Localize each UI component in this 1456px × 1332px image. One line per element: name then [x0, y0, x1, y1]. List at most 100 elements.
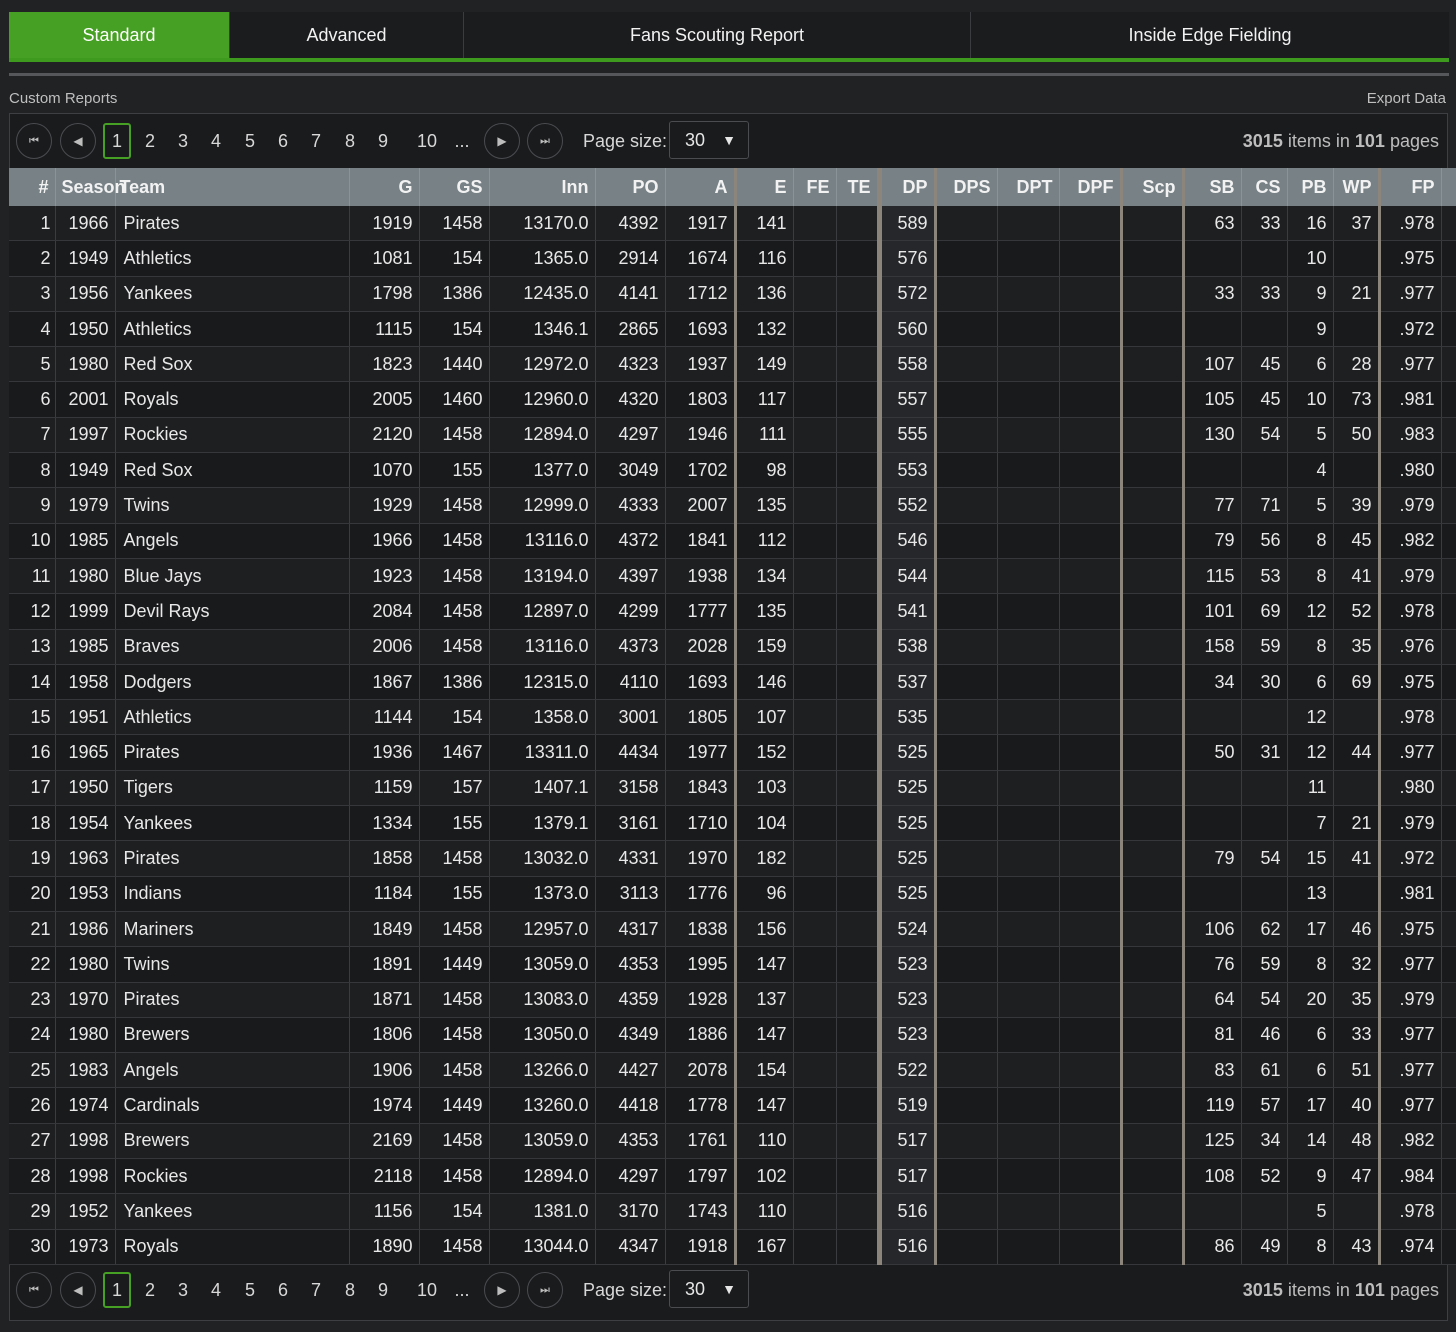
cell-team[interactable]: Dodgers: [115, 664, 350, 701]
cell-team[interactable]: Pirates: [115, 982, 350, 1018]
cell-fe: [793, 982, 837, 1018]
cell-team[interactable]: Twins: [115, 946, 350, 983]
cell-team[interactable]: Brewers: [115, 1017, 350, 1054]
col-header-a[interactable]: A: [665, 168, 737, 206]
page-8-button[interactable]: 8: [335, 1272, 365, 1308]
col-header-pb[interactable]: PB: [1287, 168, 1334, 206]
cell-team[interactable]: Indians: [115, 876, 350, 912]
col-header-gs[interactable]: GS: [419, 168, 490, 206]
cell-team[interactable]: Rockies: [115, 1158, 350, 1195]
cell-team[interactable]: Yankees: [115, 1193, 350, 1230]
first-page-icon[interactable]: ⏮: [16, 123, 52, 159]
page-3-button[interactable]: 3: [168, 123, 198, 159]
col-header-dpt[interactable]: DPT: [997, 168, 1060, 206]
col-header-tz[interactable]: TZ: [1441, 168, 1456, 206]
page-10-button[interactable]: 10: [407, 1272, 447, 1308]
prev-page-icon[interactable]: ◀: [60, 1272, 96, 1308]
page-7-button[interactable]: 7: [301, 1272, 331, 1308]
cell-team[interactable]: Athletics: [115, 699, 350, 736]
col-header-fe[interactable]: FE: [793, 168, 837, 206]
cell-team[interactable]: Twins: [115, 487, 350, 524]
col-header-dp[interactable]: DP: [879, 168, 937, 206]
prev-page-icon[interactable]: ◀: [60, 123, 96, 159]
cell-team[interactable]: Brewers: [115, 1123, 350, 1160]
cell-team[interactable]: Royals: [115, 381, 350, 418]
cell-team[interactable]: Tigers: [115, 770, 350, 807]
cell-team[interactable]: Yankees: [115, 276, 350, 312]
cell-team[interactable]: Yankees: [115, 805, 350, 842]
page-2-button[interactable]: 2: [135, 123, 165, 159]
cell-sb: 83: [1183, 1052, 1242, 1089]
tab-standard[interactable]: Standard: [9, 12, 230, 58]
cell-team[interactable]: Angels: [115, 523, 350, 559]
export-data-link[interactable]: Export Data: [1367, 90, 1446, 107]
cell-team[interactable]: Athletics: [115, 311, 350, 348]
first-page-icon[interactable]: ⏮: [16, 1272, 52, 1308]
cell-team[interactable]: Cardinals: [115, 1087, 350, 1124]
last-page-icon[interactable]: ⏭: [527, 123, 563, 159]
page-6-button[interactable]: 6: [268, 123, 298, 159]
cell-team[interactable]: Pirates: [115, 206, 350, 242]
page-1-button[interactable]: 1: [103, 123, 131, 159]
page-size-select[interactable]: 30 ▼: [669, 1270, 749, 1308]
cell-team[interactable]: Pirates: [115, 734, 350, 771]
cell-te: [836, 346, 882, 383]
cell-team[interactable]: Royals: [115, 1229, 350, 1265]
page-3-button[interactable]: 3: [168, 1272, 198, 1308]
tab-fans-scouting-report[interactable]: Fans Scouting Report: [464, 12, 971, 58]
custom-reports-link[interactable]: Custom Reports: [9, 90, 117, 107]
last-page-icon[interactable]: ⏭: [527, 1272, 563, 1308]
cell-team[interactable]: Red Sox: [115, 452, 350, 489]
col-header-dpf[interactable]: DPF: [1059, 168, 1123, 206]
cell-team[interactable]: Rockies: [115, 417, 350, 454]
page-10-button[interactable]: 10: [407, 123, 447, 159]
page-1-button[interactable]: 1: [103, 1272, 131, 1308]
page-5-button[interactable]: 5: [235, 123, 265, 159]
tab-advanced[interactable]: Advanced: [230, 12, 464, 58]
col-header-te[interactable]: TE: [836, 168, 882, 206]
page-2-button[interactable]: 2: [135, 1272, 165, 1308]
cell-dpt: [997, 805, 1060, 842]
page-9-button[interactable]: 9: [368, 123, 398, 159]
page-7-button[interactable]: 7: [301, 123, 331, 159]
cell-team[interactable]: Devil Rays: [115, 593, 350, 630]
col-header-wp[interactable]: WP: [1333, 168, 1381, 206]
cell-wp: 35: [1333, 982, 1381, 1018]
table-row: 23 1970 Pirates 1871 1458 13083.0 4359 1928 137 5…: [9, 982, 1456, 1018]
cell-team[interactable]: Angels: [115, 1052, 350, 1089]
page-size-select[interactable]: 30 ▼: [669, 121, 749, 159]
page-6-button[interactable]: 6: [268, 1272, 298, 1308]
col-header-e[interactable]: E: [735, 168, 794, 206]
cell-team[interactable]: Athletics: [115, 240, 350, 277]
cell-wp: 41: [1333, 558, 1381, 595]
page-more-button[interactable]: ...: [447, 123, 477, 159]
col-header-cs[interactable]: CS: [1241, 168, 1288, 206]
col-header-rank[interactable]: #: [9, 168, 56, 206]
cell-team[interactable]: Braves: [115, 629, 350, 665]
cell-inn: 13311.0: [489, 734, 596, 771]
next-page-icon[interactable]: ▶: [484, 123, 520, 159]
page-4-button[interactable]: 4: [201, 1272, 231, 1308]
tab-inside-edge-fielding[interactable]: Inside Edge Fielding: [971, 12, 1449, 58]
col-header-fp[interactable]: FP: [1379, 168, 1442, 206]
col-header-season[interactable]: Season: [55, 168, 126, 206]
cell-team[interactable]: Blue Jays: [115, 558, 350, 595]
page-8-button[interactable]: 8: [335, 123, 365, 159]
cell-team[interactable]: Red Sox: [115, 346, 350, 383]
page-4-button[interactable]: 4: [201, 123, 231, 159]
col-header-team[interactable]: Team: [115, 168, 350, 206]
next-page-icon[interactable]: ▶: [484, 1272, 520, 1308]
page-5-button[interactable]: 5: [235, 1272, 265, 1308]
col-header-po[interactable]: PO: [595, 168, 666, 206]
col-header-g[interactable]: G: [349, 168, 420, 206]
col-header-dps[interactable]: DPS: [935, 168, 998, 206]
cell-team[interactable]: Pirates: [115, 840, 350, 877]
col-header-sb[interactable]: SB: [1183, 168, 1242, 206]
page-more-button[interactable]: ...: [447, 1272, 477, 1308]
page-9-button[interactable]: 9: [368, 1272, 398, 1308]
cell-cs: 59: [1241, 946, 1288, 983]
cell-sb: 77: [1183, 487, 1242, 524]
cell-team[interactable]: Mariners: [115, 911, 350, 948]
col-header-inn[interactable]: Inn: [489, 168, 596, 206]
col-header-scp[interactable]: Scp: [1121, 168, 1185, 206]
